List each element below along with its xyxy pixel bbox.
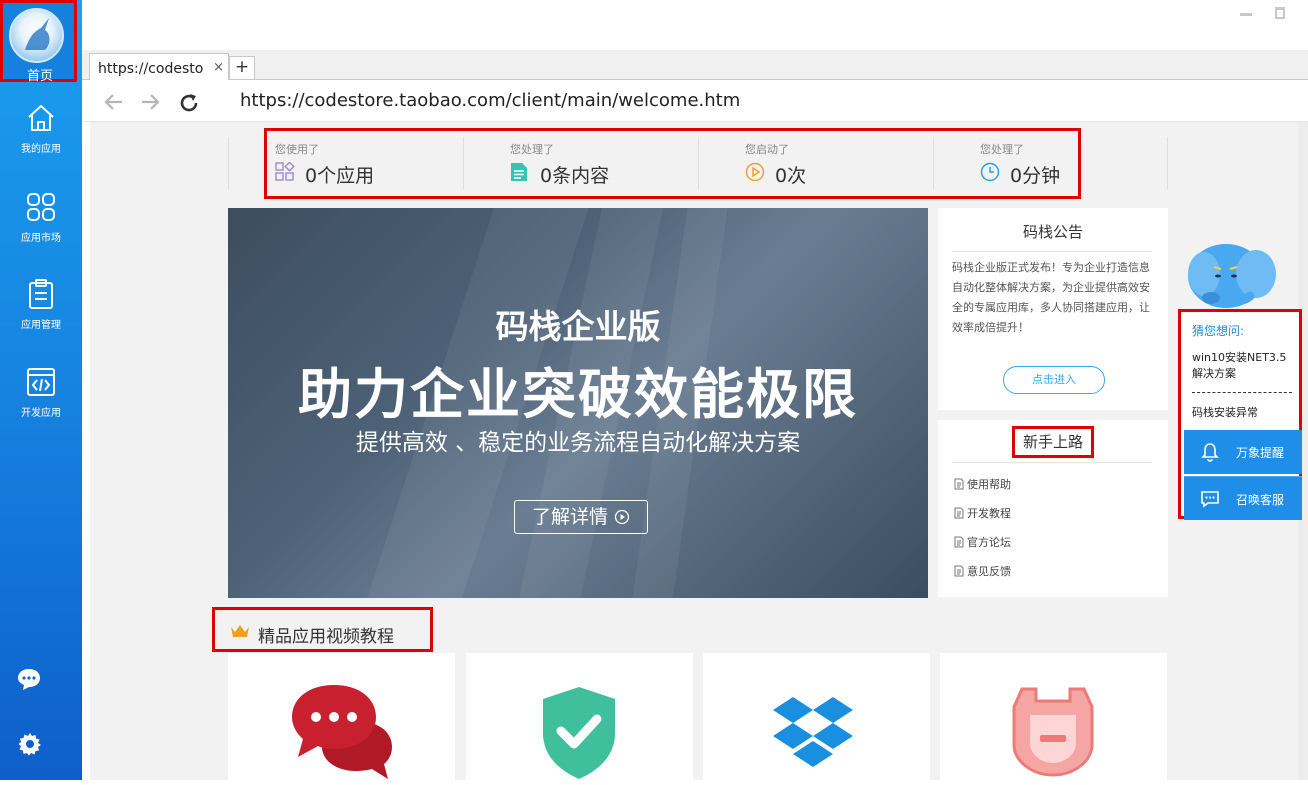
play-circle-icon xyxy=(614,509,630,525)
announcement-body: 码栈企业版正式发布！专为企业打造信息自动化整体解决方案，为企业提供高效安全的专属… xyxy=(952,261,1150,334)
doc-icon xyxy=(954,507,964,519)
url-input[interactable]: https://codestore.taobao.com/client/main… xyxy=(240,90,740,111)
guide-item[interactable]: 意见反馈 xyxy=(954,563,1011,579)
dropbox-icon xyxy=(773,697,853,767)
divider xyxy=(1192,392,1292,393)
clipboard-icon xyxy=(29,279,53,309)
new-tab-button[interactable]: + xyxy=(229,56,255,80)
sidebar-item-my-apps[interactable]: 我的应用 xyxy=(0,102,82,182)
assistant-prompt: 猜您想问: xyxy=(1192,324,1245,338)
crown-icon xyxy=(231,625,249,637)
guide-item[interactable]: 开发教程 xyxy=(954,505,1011,521)
elephant-mascot-icon[interactable] xyxy=(1186,238,1296,310)
robot-icon xyxy=(1012,687,1094,777)
tutorials-section-title: 精品应用视频教程 xyxy=(212,607,433,652)
beginner-guide-panel: 新手上路 使用帮助 开发教程 官方论坛 意见反馈 xyxy=(938,420,1168,597)
close-icon[interactable]: × xyxy=(213,60,224,75)
remind-label: 万象提醒 xyxy=(1236,446,1285,460)
guide-item[interactable]: 官方论坛 xyxy=(954,534,1011,550)
stats-highlight xyxy=(264,128,1081,199)
sidebar-item-label: 应用市场 xyxy=(21,233,61,244)
home-label: 首页 xyxy=(26,69,53,84)
tutorial-card[interactable] xyxy=(228,653,455,780)
banner-subtitle: 提供高效 、稳定的业务流程自动化解决方案 xyxy=(355,430,801,456)
announcement-panel: 码栈公告 码栈企业版正式发布！专为企业打造信息自动化整体解决方案，为企业提供高效… xyxy=(938,208,1168,410)
maximize-icon[interactable] xyxy=(1273,6,1287,20)
home-icon xyxy=(28,105,54,131)
unicorn-logo-icon xyxy=(9,8,64,63)
back-icon[interactable] xyxy=(104,92,124,116)
chat-icon[interactable] xyxy=(16,666,42,696)
enter-button[interactable]: 点击进入 xyxy=(1003,366,1105,394)
section-title-label: 精品应用视频教程 xyxy=(258,627,394,647)
learn-more-button[interactable]: 了解详情 xyxy=(514,500,648,534)
customer-service-label: 召唤客服 xyxy=(1236,493,1285,507)
grid-icon xyxy=(27,193,55,221)
sidebar-item-app-manage[interactable]: 应用管理 xyxy=(0,278,82,358)
tab-strip: https://codesto × + xyxy=(82,50,1308,81)
banner-headline: 助力企业突破效能极限 xyxy=(298,363,858,426)
tutorial-card[interactable] xyxy=(940,653,1167,780)
guide-item-label: 使用帮助 xyxy=(967,478,1011,491)
minimize-icon[interactable] xyxy=(1239,6,1253,20)
refresh-icon[interactable] xyxy=(178,92,200,118)
banner-title: 码栈企业版 xyxy=(495,307,661,346)
guide-item[interactable]: 使用帮助 xyxy=(954,476,1011,492)
sidebar-item-label: 应用管理 xyxy=(21,320,61,331)
sidebar-item-label: 开发应用 xyxy=(21,408,61,419)
learn-more-label: 了解详情 xyxy=(531,506,608,528)
remind-button[interactable]: 万象提醒 xyxy=(1184,430,1302,474)
faq-link[interactable]: 码栈安装异常 xyxy=(1192,404,1258,420)
doc-icon xyxy=(954,565,964,577)
gear-icon[interactable] xyxy=(18,732,42,760)
doc-icon xyxy=(954,478,964,490)
guide-item-label: 意见反馈 xyxy=(967,565,1011,578)
browser-tab[interactable]: https://codesto × xyxy=(89,53,229,81)
bell-icon xyxy=(1201,443,1219,462)
guide-item-label: 官方论坛 xyxy=(967,536,1011,549)
promo-banner[interactable]: 码栈企业版 助力企业突破效能极限 提供高效 、稳定的业务流程自动化解决方案 了解… xyxy=(228,208,928,598)
doc-icon xyxy=(954,536,964,548)
shield-check-icon xyxy=(543,687,615,779)
forward-icon[interactable] xyxy=(140,92,160,116)
assistant-panel: 猜您想问: win10安装NET3.5解决方案 码栈安装异常 万象提醒 召唤客服 xyxy=(1178,309,1302,520)
tutorial-card[interactable] xyxy=(466,653,693,780)
sidebar-item-label: 我的应用 xyxy=(21,144,61,155)
customer-service-button[interactable]: 召唤客服 xyxy=(1184,476,1302,520)
announcement-title: 码栈公告 xyxy=(1022,223,1083,241)
chat-bubbles-icon xyxy=(292,685,392,779)
message-icon xyxy=(1201,491,1219,508)
title-bar xyxy=(82,0,1308,50)
guide-item-label: 开发教程 xyxy=(967,507,1011,520)
code-window-icon xyxy=(27,368,55,396)
tab-title: https://codesto xyxy=(98,61,204,77)
tutorial-card[interactable] xyxy=(703,653,930,780)
sidebar-item-app-market[interactable]: 应用市场 xyxy=(0,191,82,271)
navigation-bar: https://codestore.taobao.com/client/main… xyxy=(82,80,1308,122)
guide-title: 新手上路 xyxy=(1012,426,1094,458)
divider xyxy=(952,462,1152,463)
home-logo-button[interactable]: 首页 xyxy=(0,0,77,84)
sidebar-item-develop[interactable]: 开发应用 xyxy=(0,366,82,446)
divider xyxy=(952,251,1152,252)
faq-link[interactable]: win10安装NET3.5解决方案 xyxy=(1192,350,1296,382)
